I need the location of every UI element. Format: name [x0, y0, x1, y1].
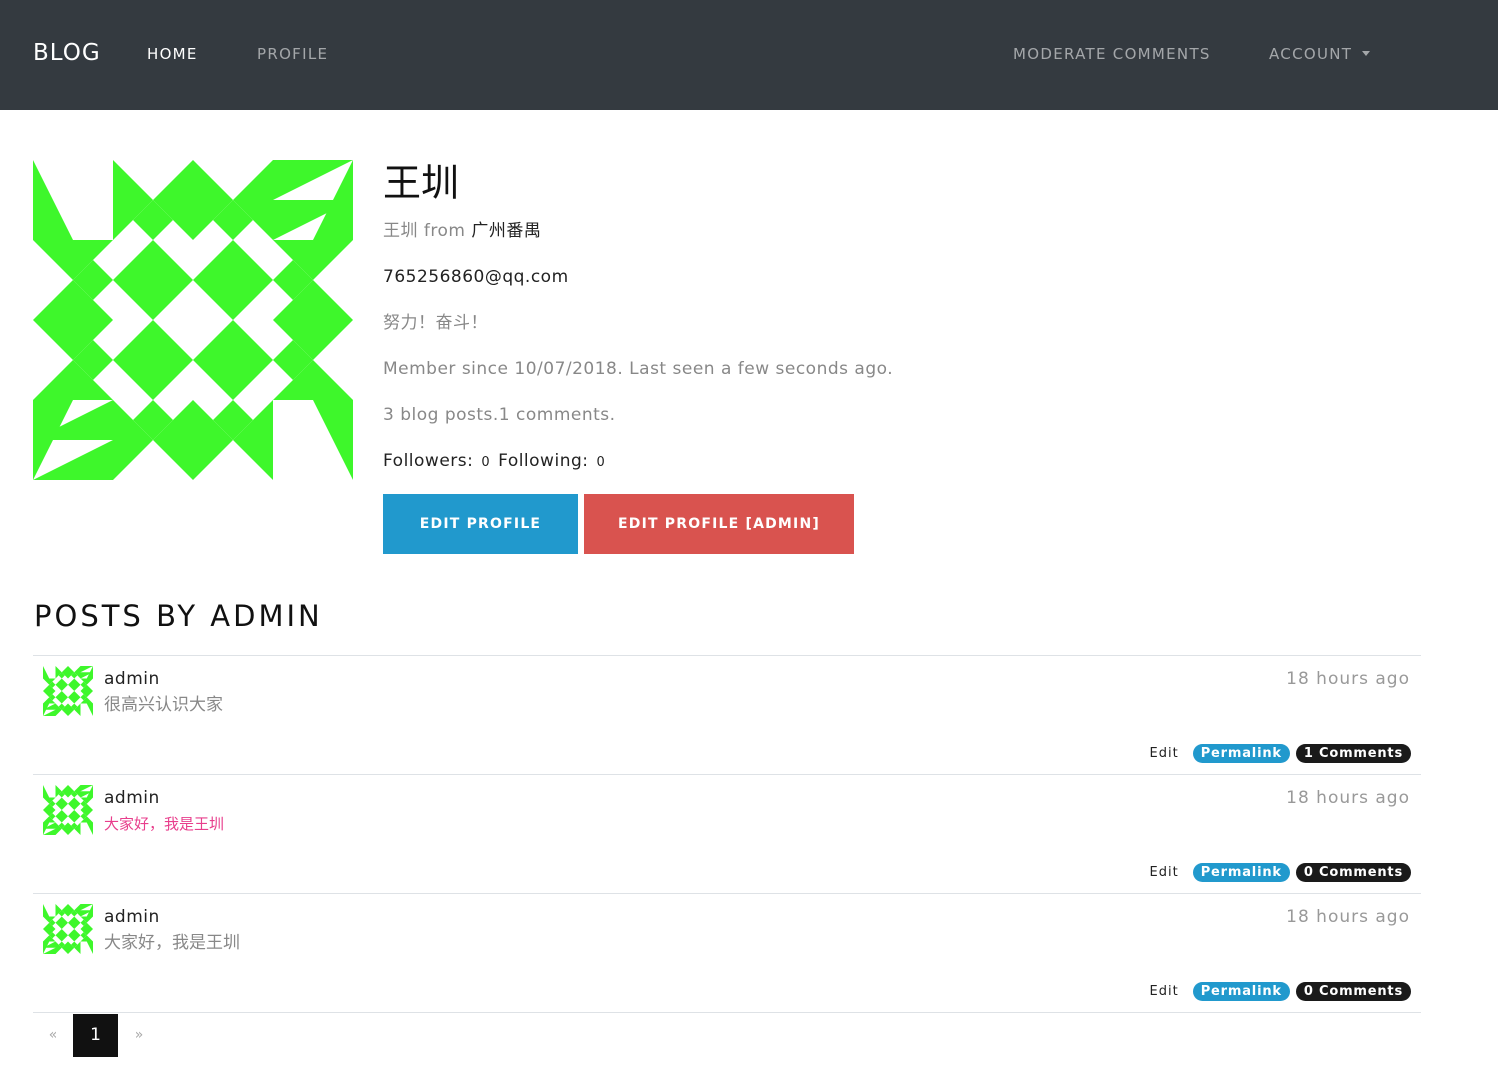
- following-count: 0: [596, 455, 606, 470]
- post-body: 大家好，我是王圳: [104, 933, 240, 953]
- post-date: 18 hours ago: [1286, 907, 1410, 927]
- post-item: admin 18 hours ago 很高兴认识大家 Edit Permalin…: [33, 655, 1421, 774]
- post-item: admin 18 hours ago 大家好，我是王圳 Edit Permali…: [33, 893, 1421, 1013]
- post-edit-link[interactable]: Edit: [1150, 745, 1179, 763]
- profile-about: 努力！奋斗！: [383, 313, 488, 333]
- profile-avatar: [33, 160, 353, 480]
- post-footer: Edit Permalink 0 Comments: [1150, 863, 1411, 882]
- profile-location-link[interactable]: 广州番禺: [471, 221, 541, 241]
- profile-email-link[interactable]: 765256860@qq.com: [383, 265, 569, 289]
- profile-from-word: from: [423, 221, 466, 241]
- nav-home-link[interactable]: HOME: [147, 44, 198, 64]
- following-label: Following:: [498, 451, 589, 471]
- post-author-avatar[interactable]: [43, 904, 93, 954]
- edit-profile-admin-button[interactable]: EDIT PROFILE [ADMIN]: [584, 494, 854, 554]
- nav-moderate-comments-link[interactable]: MODERATE COMMENTS: [1013, 44, 1211, 64]
- profile-from-name: 王圳: [383, 221, 418, 241]
- post-comments-badge[interactable]: 0 Comments: [1295, 863, 1411, 882]
- nav-account-label: ACCOUNT: [1269, 45, 1353, 63]
- followers-label: Followers:: [383, 451, 474, 471]
- post-edit-link[interactable]: Edit: [1150, 983, 1179, 1001]
- post-permalink-badge[interactable]: Permalink: [1192, 863, 1290, 882]
- caret-down-icon: [1362, 51, 1371, 56]
- followers-link[interactable]: Followers: 0: [383, 451, 498, 471]
- followers-count: 0: [481, 455, 491, 470]
- pagination-page-current[interactable]: 1: [73, 1014, 118, 1057]
- post-body: 大家好，我是王圳: [104, 815, 225, 833]
- post-date: 18 hours ago: [1286, 669, 1410, 689]
- brand-logo-link[interactable]: BLOG: [33, 38, 101, 68]
- post-item: admin 18 hours ago 大家好，我是王圳 Edit Permali…: [33, 774, 1421, 893]
- post-date: 18 hours ago: [1286, 788, 1410, 808]
- post-author-avatar[interactable]: [43, 785, 93, 835]
- post-body: 很高兴认识大家: [104, 695, 223, 715]
- post-footer: Edit Permalink 0 Comments: [1150, 982, 1411, 1001]
- posts-section-title: POSTS BY ADMIN: [34, 599, 323, 633]
- profile-location-line: 王圳 from 广州番禺: [383, 219, 541, 243]
- profile-member-since: Member since 10/07/2018. Last seen a few…: [383, 359, 894, 379]
- post-author-link[interactable]: admin: [104, 668, 160, 690]
- post-permalink-badge[interactable]: Permalink: [1192, 982, 1290, 1001]
- nav-account-dropdown[interactable]: ACCOUNT: [1269, 44, 1371, 64]
- post-author-link[interactable]: admin: [104, 906, 160, 928]
- pagination: « 1 »: [33, 1014, 160, 1057]
- edit-profile-button[interactable]: EDIT PROFILE: [383, 494, 578, 554]
- post-comments-badge[interactable]: 1 Comments: [1295, 744, 1411, 763]
- profile-follow-stats: Followers: 0 Following: 0: [383, 449, 613, 475]
- profile-post-counts: 3 blog posts.1 comments.: [383, 405, 616, 425]
- post-permalink-badge[interactable]: Permalink: [1192, 744, 1290, 763]
- profile-name: 王圳: [383, 161, 460, 205]
- post-edit-link[interactable]: Edit: [1150, 864, 1179, 882]
- pagination-prev[interactable]: «: [33, 1014, 73, 1057]
- navbar: BLOG HOME PROFILE MODERATE COMMENTS ACCO…: [0, 0, 1498, 110]
- post-author-avatar[interactable]: [43, 666, 93, 716]
- post-footer: Edit Permalink 1 Comments: [1150, 744, 1411, 763]
- post-list: admin 18 hours ago 很高兴认识大家 Edit Permalin…: [33, 655, 1421, 1013]
- nav-profile-link[interactable]: PROFILE: [257, 44, 328, 64]
- pagination-next[interactable]: »: [118, 1014, 160, 1057]
- following-link[interactable]: Following: 0: [498, 451, 613, 471]
- post-comments-badge[interactable]: 0 Comments: [1295, 982, 1411, 1001]
- post-author-link[interactable]: admin: [104, 787, 160, 809]
